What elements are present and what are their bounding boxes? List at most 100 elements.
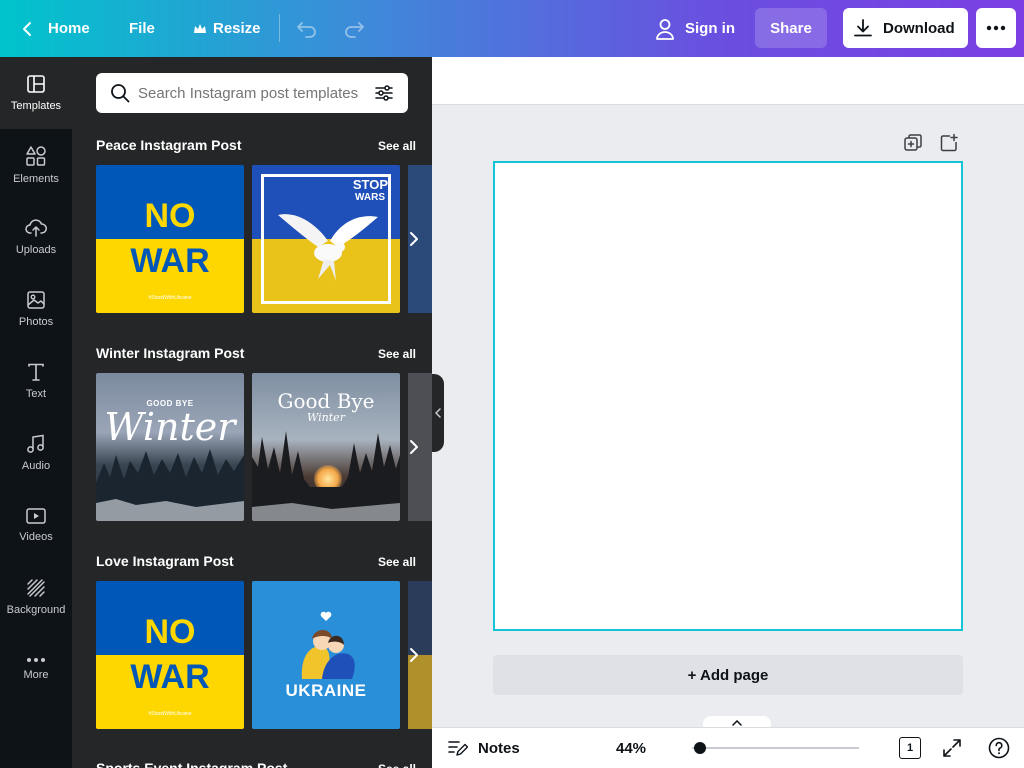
rail-item-audio[interactable]: Audio — [0, 417, 72, 489]
zoom-slider-handle[interactable] — [694, 742, 707, 754]
section-title: Love Instagram Post — [96, 553, 234, 569]
thumb-hashtag: #StandWithUkraine — [148, 295, 192, 301]
see-all-link[interactable]: See all — [378, 139, 416, 153]
home-label: Home — [48, 20, 90, 37]
redo-icon — [345, 21, 364, 38]
carousel-next-button[interactable] — [400, 427, 428, 467]
template-thumbnail-no-war[interactable]: NO WAR #StandWithUkraine — [96, 165, 244, 313]
rail-label: Photos — [18, 316, 54, 328]
download-icon — [854, 19, 872, 37]
rail-label: Videos — [19, 531, 53, 543]
footer-bar: Notes 44% 1 — [432, 727, 1024, 768]
background-icon — [27, 579, 45, 597]
template-thumbnail-no-war[interactable]: NO WAR #StandWithUkraine — [96, 581, 244, 729]
rail-item-text[interactable]: Text — [0, 345, 72, 417]
photos-icon — [27, 291, 45, 309]
crown-icon — [194, 23, 206, 33]
notes-label: Notes — [478, 739, 520, 757]
template-search — [96, 73, 408, 113]
thumb-text-goodbye: Good Bye — [277, 389, 375, 413]
undo-button[interactable] — [296, 0, 318, 57]
chevron-right-icon — [410, 232, 418, 246]
thumb-text-ukraine: UKRAINE — [285, 681, 367, 700]
rail-item-uploads[interactable]: Uploads — [0, 201, 72, 273]
home-button[interactable]: Home — [20, 0, 90, 57]
zoom-level[interactable]: 44% — [616, 728, 646, 768]
section-title: Sports Event Instagram Post — [96, 760, 288, 768]
notes-button[interactable]: Notes — [448, 728, 520, 768]
videos-icon — [26, 508, 46, 524]
forest-silhouette — [96, 449, 244, 521]
rail-label: More — [23, 669, 49, 681]
redo-button[interactable] — [343, 0, 365, 57]
rail-item-background[interactable]: Background — [0, 561, 72, 633]
template-thumbnail-ukraine[interactable]: UKRAINE — [252, 581, 400, 729]
fullscreen-icon[interactable] — [942, 738, 962, 758]
thumb-text-no: NO — [144, 613, 196, 651]
thumb-text-stop: STOP — [352, 177, 388, 192]
resize-button[interactable]: Resize — [193, 0, 261, 57]
forest-silhouette — [252, 431, 400, 521]
rail-label: Text — [25, 388, 47, 400]
carousel-next-button[interactable] — [400, 635, 428, 675]
add-page-button[interactable]: + Add page — [493, 655, 963, 695]
file-label: File — [129, 20, 155, 37]
thumb-text-war: WAR — [130, 658, 210, 696]
text-icon — [28, 363, 44, 381]
uploads-icon — [25, 219, 47, 237]
see-all-link[interactable]: See all — [378, 347, 416, 361]
chevron-right-icon — [410, 648, 418, 662]
search-input[interactable] — [138, 84, 368, 102]
add-page-label: + Add page — [687, 666, 769, 684]
resize-label: Resize — [213, 20, 261, 37]
undo-icon — [297, 21, 316, 38]
template-thumbnail-stop-wars[interactable]: STOP WARS — [252, 165, 400, 313]
carousel-next-button[interactable] — [400, 219, 428, 259]
rail-item-photos[interactable]: Photos — [0, 273, 72, 345]
rail-item-more[interactable]: More — [0, 633, 72, 705]
share-button[interactable]: Share — [755, 8, 827, 48]
design-page[interactable] — [493, 161, 963, 631]
rail-label: Uploads — [15, 244, 57, 256]
templates-panel: Peace Instagram Post See all NO WAR #Sta… — [72, 57, 432, 768]
rail-item-elements[interactable]: Elements — [0, 129, 72, 201]
templates-icon — [27, 75, 45, 93]
help-icon[interactable] — [988, 737, 1010, 759]
share-label: Share — [770, 19, 812, 37]
thumb-text-no: NO — [144, 197, 196, 235]
chevron-left-icon — [435, 408, 441, 418]
context-toolbar — [432, 57, 1024, 105]
download-button[interactable]: Download — [843, 8, 968, 48]
left-rail: Templates Elements Uploads Photos Text A… — [0, 57, 72, 768]
rail-label: Background — [6, 604, 66, 616]
template-thumbnail-goodbye-winter-script[interactable]: GOOD BYE Winter — [96, 373, 244, 521]
top-bar: Home File Resize Sign in Share Download — [0, 0, 1024, 57]
notes-icon — [448, 741, 468, 756]
add-page-icon[interactable] — [939, 133, 959, 153]
sign-in-button[interactable]: Sign in — [655, 0, 735, 57]
page-count: 1 — [906, 742, 914, 754]
filter-icon[interactable] — [374, 83, 394, 103]
more-options-button[interactable] — [976, 8, 1016, 48]
see-all-link[interactable]: See all — [378, 555, 416, 569]
rail-label: Audio — [21, 460, 51, 472]
zoom-slider-track[interactable] — [692, 742, 859, 754]
file-menu[interactable]: File — [129, 0, 155, 57]
section-title: Peace Instagram Post — [96, 137, 242, 153]
hugging-couple-illustration — [301, 630, 355, 679]
duplicate-page-icon[interactable] — [903, 133, 923, 153]
rail-item-templates[interactable]: Templates — [0, 57, 72, 129]
collapse-panel-button[interactable] — [432, 374, 444, 452]
see-all-link[interactable]: See all — [378, 762, 416, 768]
chevron-left-icon — [23, 21, 31, 36]
section-title: Winter Instagram Post — [96, 345, 245, 361]
search-icon — [111, 84, 130, 103]
rail-item-videos[interactable]: Videos — [0, 489, 72, 561]
chevron-right-icon — [410, 440, 418, 454]
thumb-text-winter: Winter — [104, 405, 236, 449]
page-count-button[interactable]: 1 — [899, 737, 921, 759]
toolbar-divider — [279, 14, 280, 42]
thumb-text-war: WAR — [130, 242, 210, 280]
sign-in-label: Sign in — [685, 20, 735, 37]
template-thumbnail-goodbye-winter-serif[interactable]: Good Bye Winter — [252, 373, 400, 521]
